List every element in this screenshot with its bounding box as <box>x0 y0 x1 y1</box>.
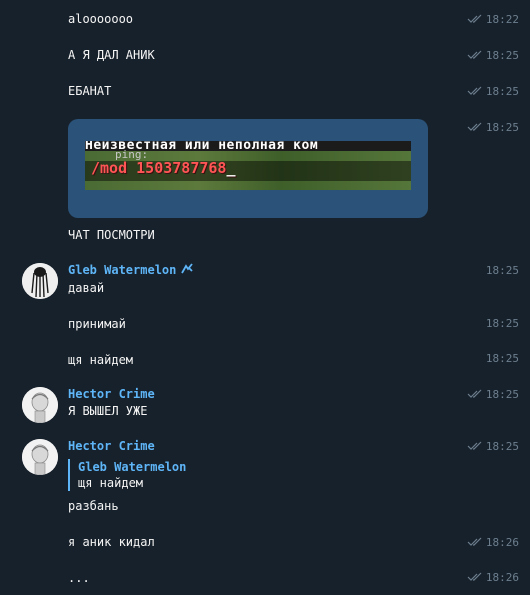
sender-name[interactable]: Hector Crime <box>68 438 155 454</box>
double-check-icon <box>467 50 482 59</box>
message-time: 18:25 <box>485 263 519 277</box>
screenshot-command: /mod 1503787768_ <box>91 159 236 177</box>
message-text: Я ВЫШЕЛ УЖЕ <box>68 404 148 418</box>
avatar-image <box>22 387 58 423</box>
message-time: 18:25 <box>485 120 519 134</box>
message-meta: 18:26 <box>467 569 519 585</box>
message-meta: 18:25 <box>467 119 519 135</box>
message-meta: 18:25 <box>486 262 519 278</box>
message-time: 18:25 <box>485 439 519 453</box>
message-meta: 18:25 <box>467 438 519 454</box>
message-text: ЕБАНАТ <box>68 84 112 98</box>
message-time: 18:25 <box>485 387 519 401</box>
reply-quote[interactable]: Gleb Watermelon щя найдем <box>68 459 186 491</box>
message-meta: 18:22 <box>467 11 519 27</box>
message-time: 18:25 <box>485 48 519 62</box>
verified-icon <box>181 263 194 274</box>
message-text: ЧАТ ПОСМОТРИ <box>68 228 155 242</box>
avatar-image <box>22 439 58 475</box>
message-time: 18:26 <box>485 535 519 549</box>
double-check-icon <box>467 389 482 398</box>
message-meta: 18:26 <box>467 534 519 550</box>
message-time: 18:25 <box>485 316 519 330</box>
avatar-gleb[interactable] <box>22 263 58 299</box>
message-meta: 18:25 <box>467 47 519 63</box>
double-check-icon <box>467 572 482 581</box>
double-check-icon <box>467 537 482 546</box>
message-time: 18:22 <box>485 12 519 26</box>
message-text: принимай <box>68 317 126 331</box>
avatar-image <box>22 263 58 299</box>
message-text: разбань <box>68 499 119 513</box>
chat-history: alooooooo 18:22 А Я ДАЛ АНИК 18:25 ЕБАНА… <box>0 0 530 595</box>
message-time: 18:25 <box>485 84 519 98</box>
message-time: 18:26 <box>485 570 519 584</box>
double-check-icon <box>467 122 482 131</box>
message-meta: 18:25 <box>486 315 519 331</box>
reply-text: щя найдем <box>78 476 144 490</box>
message-text: я аник кидал <box>68 535 155 549</box>
message-meta: 18:25 <box>467 83 519 99</box>
sender-name[interactable]: Hector Crime <box>68 386 155 402</box>
double-check-icon <box>467 14 482 23</box>
sender-name[interactable]: Gleb Watermelon <box>68 262 194 278</box>
message-meta: 18:25 <box>486 350 519 366</box>
message-meta: 18:25 <box>467 386 519 402</box>
double-check-icon <box>467 441 482 450</box>
reply-sender: Gleb Watermelon <box>78 460 187 474</box>
double-check-icon <box>467 86 482 95</box>
screenshot-image[interactable]: Неизвестная или неполная ком ping: /mod … <box>85 141 411 190</box>
message-text: alooooooo <box>68 12 134 26</box>
message-text: щя найдем <box>68 353 134 367</box>
message-text: А Я ДАЛ АНИК <box>68 48 155 62</box>
message-text: ... <box>68 571 90 585</box>
avatar-hector[interactable] <box>22 387 58 423</box>
message-time: 18:25 <box>485 351 519 365</box>
message-text: давай <box>68 281 105 295</box>
photo-message[interactable]: Неизвестная или неполная ком ping: /mod … <box>68 119 428 218</box>
avatar-hector[interactable] <box>22 439 58 475</box>
